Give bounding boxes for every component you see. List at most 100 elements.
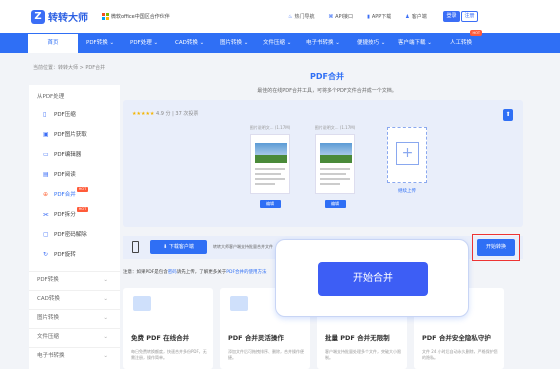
nav-home[interactable]: 首页 xyxy=(28,34,78,53)
edit-file-button[interactable]: 编辑 xyxy=(259,200,281,208)
download-description: 转转大师客户端支持批量合并文件 xyxy=(213,244,273,249)
sidebar-category-ebook-convert[interactable]: 电子书转换 ⌄ xyxy=(29,347,120,363)
logo[interactable]: Z 转转大师 xyxy=(31,9,88,24)
hot-badge: HOT xyxy=(470,30,483,36)
rating: ★★★★★ 4.9 分 | 37 次投票 xyxy=(132,110,198,117)
edit-file-button[interactable]: 编辑 xyxy=(324,200,346,208)
sidebar-item-label: PDF图片获取 xyxy=(54,132,87,138)
feature-title: PDF 合并灵活操作 xyxy=(228,334,284,342)
windows-icon xyxy=(102,13,109,20)
chevron-down-icon: ⌄ xyxy=(103,334,108,340)
merge-popup: 开始合并 xyxy=(275,239,469,317)
start-convert-button[interactable]: 开始转换 xyxy=(477,239,515,256)
notice-link[interactable]: PDF合并的使用方法 xyxy=(226,270,266,275)
top-bar: Z 转转大师 微软office中国区合作伙伴 ♨ 热门导航 ⌘ API接口 ▮ APP… xyxy=(0,0,560,33)
nav-client-download[interactable]: 客户端下载 ⌄ xyxy=(398,33,432,53)
chevron-down-icon: ⌄ xyxy=(103,296,108,302)
feature-desc: 添加文件后可拖拽排序、删除，合并操作便捷。 xyxy=(228,349,304,360)
file-thumbnail xyxy=(250,134,290,194)
sidebar-category-pdf-convert[interactable]: PDF转换 ⌄ xyxy=(29,271,120,287)
nav-cad-convert[interactable]: CAD转换 ⌄ xyxy=(175,33,204,53)
breadcrumb: 当前位置：转转大师 > PDF合并 xyxy=(33,65,106,71)
category-label: 电子书转换 xyxy=(37,353,65,359)
chevron-down-icon: ⌄ xyxy=(103,277,108,283)
category-label: CAD转换 xyxy=(37,296,60,302)
ms-partner: 微软office中国区合作伙伴 xyxy=(102,13,170,20)
split-icon: ⫘ xyxy=(43,211,49,218)
sidebar: 从PDF处理 ▯ PDF压缩 ▣ PDF图片获取 ▭ PDF编辑器 ▤ PDF阅读 ⊕ P… xyxy=(29,85,120,369)
sidebar-item-label: PDF编辑器 xyxy=(54,152,82,158)
top-link-app[interactable]: ▮ APP下载 xyxy=(367,13,391,20)
sidebar-category-image-convert[interactable]: 图片转换 ⌄ xyxy=(29,309,120,325)
nav-pdf-process[interactable]: PDF处理 ⌄ xyxy=(130,33,158,53)
feature-title: PDF 合并安全隐私守护 xyxy=(422,334,491,342)
sidebar-item-pdf-unlock[interactable]: ▢ PDF密码解除 xyxy=(29,227,120,243)
notice-link[interactable]: 密码 xyxy=(168,270,177,275)
image-icon: ▣ xyxy=(43,131,49,138)
sidebar-item-pdf-split[interactable]: ⫘ PDF拆分HOT xyxy=(29,207,120,223)
top-link-client[interactable]: ♟ 客户端 xyxy=(405,13,427,20)
sidebar-item-label: PDF合并 xyxy=(54,192,76,198)
sidebar-item-label: PDF压缩 xyxy=(54,112,76,118)
file-card: 图片说明文... (1.17M) 编辑 xyxy=(309,125,361,208)
top-link-label: API接口 xyxy=(335,14,354,20)
feature-icon xyxy=(133,296,151,311)
upload-icon[interactable]: ⬆ xyxy=(503,109,513,121)
sidebar-category-file-compress[interactable]: 文件压缩 ⌄ xyxy=(29,328,120,344)
start-merge-button[interactable]: 开始合并 xyxy=(318,262,428,296)
nav-image-convert[interactable]: 图片转换 ⌄ xyxy=(220,33,248,53)
category-label: 图片转换 xyxy=(37,315,60,321)
phone-icon xyxy=(132,241,139,253)
sidebar-item-pdf-reader[interactable]: ▤ PDF阅读 xyxy=(29,167,120,183)
top-link-api[interactable]: ⌘ API接口 xyxy=(329,13,354,20)
category-label: 文件压缩 xyxy=(37,334,60,340)
book-icon: ▤ xyxy=(43,171,49,178)
sidebar-item-pdf-image-extract[interactable]: ▣ PDF图片获取 xyxy=(29,127,120,143)
merge-icon: ⊕ xyxy=(43,191,49,198)
sidebar-item-pdf-merge[interactable]: ⊕ PDF合并HOT xyxy=(29,187,120,203)
feature-icon xyxy=(230,296,248,311)
page-subtitle: 最佳的在线PDF合并工具，可将多个PDF文件合并成一个文档。 xyxy=(257,88,397,94)
feature-desc: 文件 24 小时后自动永久删除，严格保护您的隐私。 xyxy=(422,349,498,360)
sidebar-item-pdf-compress[interactable]: ▯ PDF压缩 xyxy=(29,107,120,123)
notice-text: 请先上传，了解更多关于 xyxy=(176,270,227,275)
sidebar-category-cad-convert[interactable]: CAD转换 ⌄ xyxy=(29,290,120,306)
sidebar-heading: 从PDF处理 xyxy=(37,94,65,100)
sidebar-item-label: PDF阅读 xyxy=(54,172,76,178)
rating-text: 4.9 分 | 37 次投票 xyxy=(156,111,199,117)
continue-upload-label[interactable]: 继续上传 xyxy=(387,188,427,194)
api-icon: ⌘ xyxy=(328,14,334,20)
add-file-box[interactable]: + xyxy=(387,127,427,183)
main-content: PDF合并 最佳的在线PDF合并工具，可将多个PDF文件合并成一个文档。 ★★★… xyxy=(123,58,531,369)
hot-badge: HOT xyxy=(76,187,89,192)
notice-text: 注意：如果PDF是包含 xyxy=(123,270,168,275)
logo-icon: Z xyxy=(31,9,45,24)
sidebar-item-pdf-editor[interactable]: ▭ PDF编辑器 xyxy=(29,147,120,163)
nav-tips[interactable]: 便捷技巧 ⌄ xyxy=(357,33,385,53)
login-button[interactable]: 登录 xyxy=(443,11,460,22)
phone-icon: ▮ xyxy=(367,14,370,20)
top-links: ♨ 热门导航 ⌘ API接口 ▮ APP下载 ♟ 客户端 xyxy=(288,13,427,20)
register-button[interactable]: 注册 xyxy=(461,11,478,22)
file-name: 图片说明文... (1.17M) xyxy=(249,125,291,130)
chevron-down-icon: ⌄ xyxy=(103,315,108,321)
upload-workspace: ★★★★★ 4.9 分 | 37 次投票 ⬆ 图片说明文... (1.17M) … xyxy=(123,100,523,227)
download-client-button[interactable]: ⬇ 下载客户端 xyxy=(150,240,207,254)
sidebar-item-label: PDF拆分 xyxy=(54,212,76,218)
rotate-icon: ↻ xyxy=(43,251,49,258)
top-link-label: APP下载 xyxy=(371,14,392,20)
top-link-hot-nav[interactable]: ♨ 热门导航 xyxy=(288,13,315,20)
ms-partner-label: 微软office中国区合作伙伴 xyxy=(111,14,170,20)
nav-file-compress[interactable]: 文件压缩 ⌄ xyxy=(263,33,291,53)
top-link-label: 热门导航 xyxy=(294,14,315,20)
fire-icon: ♨ xyxy=(288,14,293,20)
plus-icon: + xyxy=(396,142,419,165)
nav-pdf-convert[interactable]: PDF转换 ⌄ xyxy=(86,33,114,53)
nav-manual-convert[interactable]: 人工转换 HOT xyxy=(450,30,483,53)
file-thumbnail xyxy=(315,134,355,194)
nav-manual-label: 人工转换 xyxy=(450,40,473,46)
sidebar-item-pdf-rotate[interactable]: ↻ PDF旋转 xyxy=(29,247,120,263)
category-label: PDF转换 xyxy=(37,277,59,283)
nav-ebook-convert[interactable]: 电子书转换 ⌄ xyxy=(306,33,340,53)
feature-title: 批量 PDF 合并无限制 xyxy=(325,334,390,342)
